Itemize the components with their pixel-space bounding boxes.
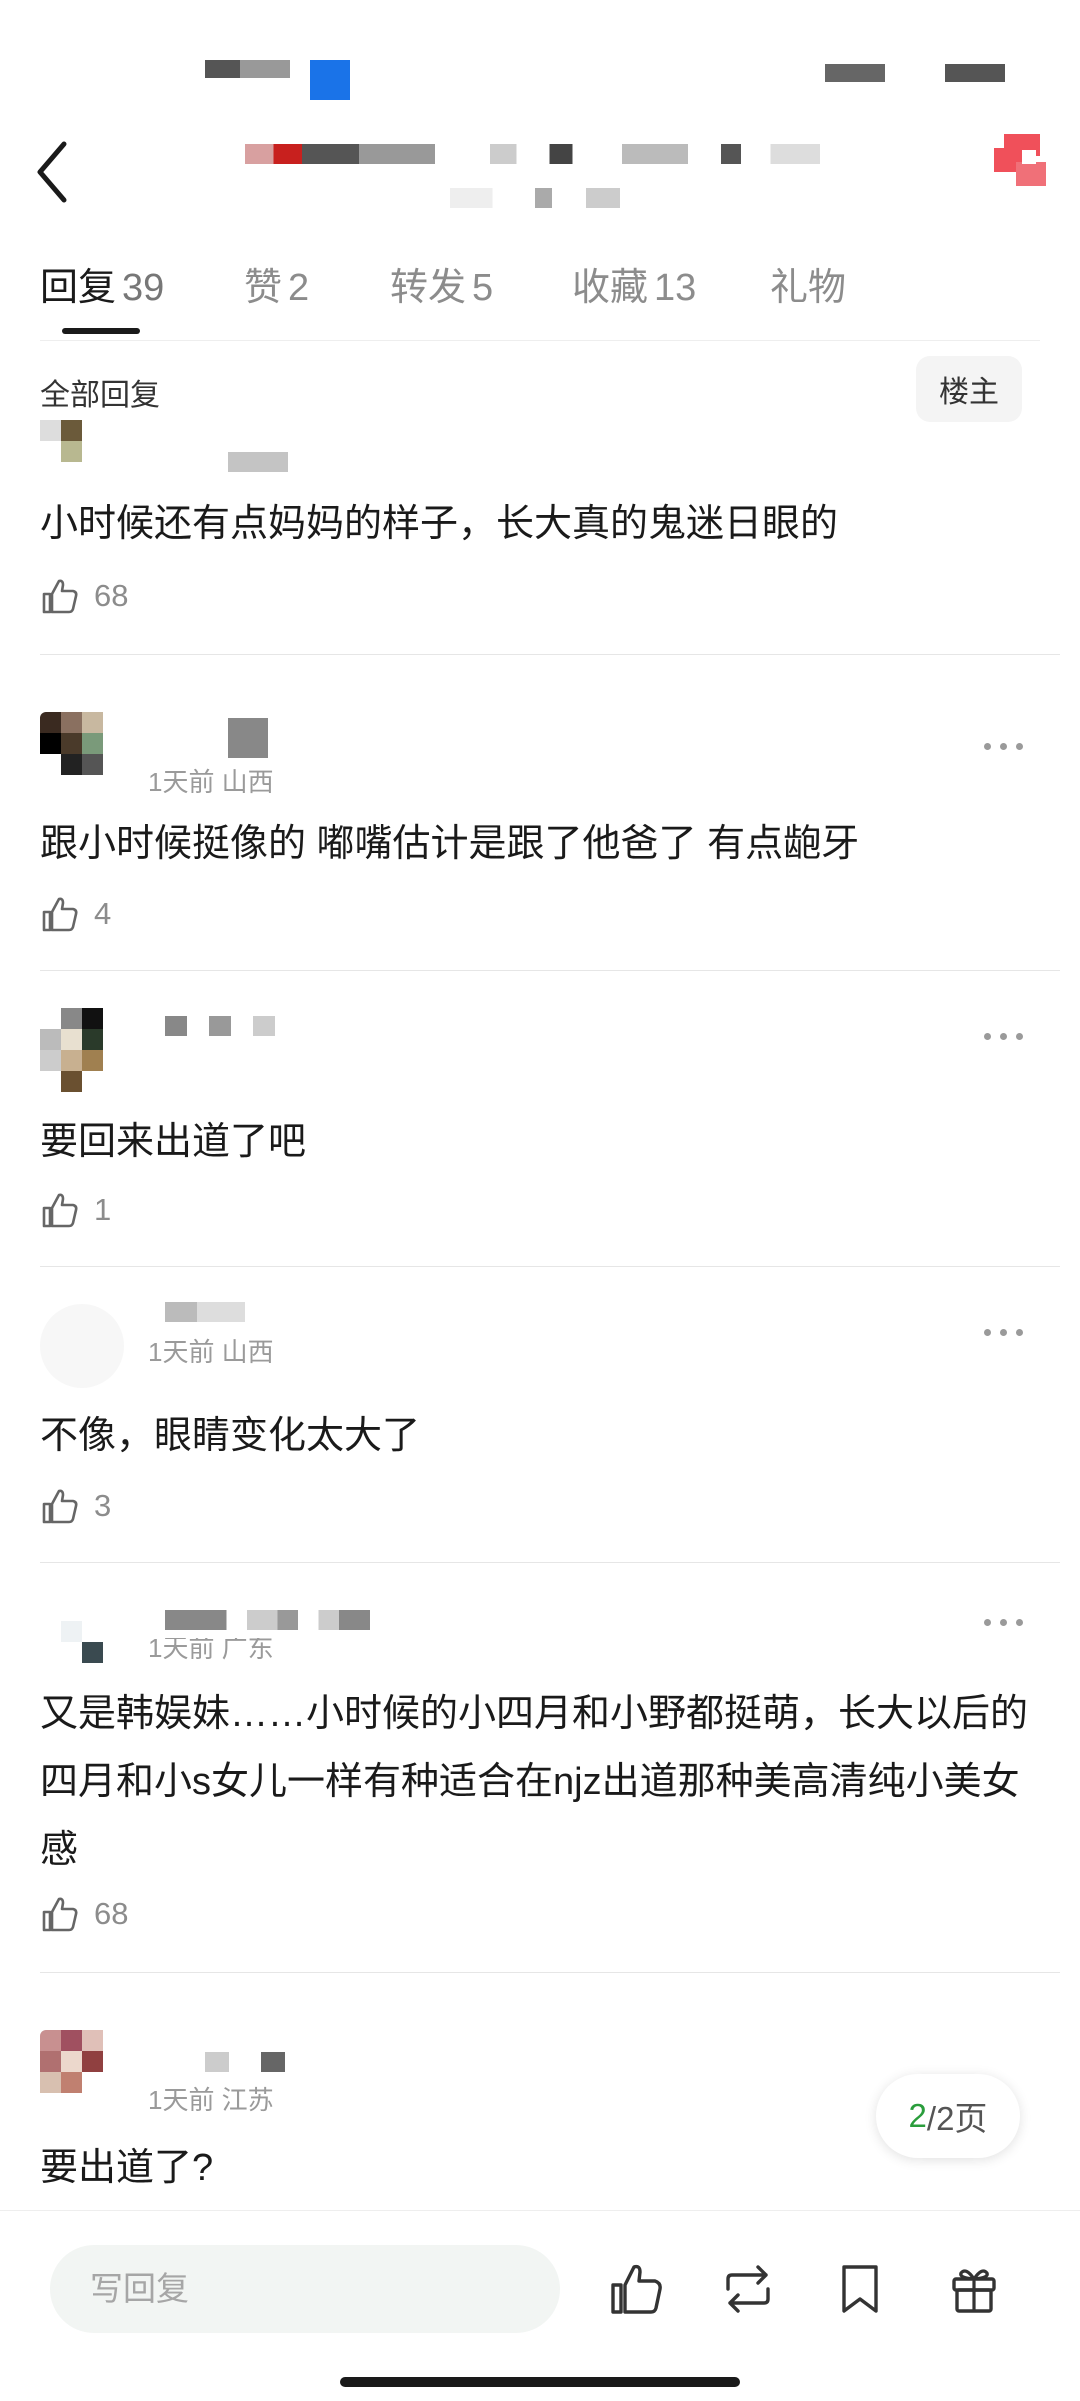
- back-button[interactable]: [30, 132, 80, 212]
- comment-item: 要回来出道了吧 1: [0, 996, 1080, 1276]
- home-indicator: [340, 2377, 740, 2387]
- comment-item: 小时候还有点妈妈的样子，长大真的鬼迷日眼的 68: [0, 420, 1080, 680]
- username-blur[interactable]: [228, 718, 268, 758]
- gift-button[interactable]: [944, 2259, 1004, 2319]
- like-count: 68: [94, 1896, 129, 1931]
- thumbs-up-icon: [611, 2264, 662, 2314]
- more-icon[interactable]: [984, 1322, 1024, 1342]
- like-post-button[interactable]: [606, 2259, 666, 2319]
- bookmark-button[interactable]: [830, 2259, 890, 2319]
- repost-icon: [726, 2265, 770, 2313]
- post-subtitle-blur: [450, 188, 620, 208]
- thumbs-up-icon: [42, 897, 78, 932]
- avatar[interactable]: [40, 712, 124, 796]
- divider: [40, 970, 1060, 971]
- comment-meta: 1天前 山西: [148, 767, 274, 797]
- comment-item: 1天前 广东 又是韩娱妹……小时候的小四月和小野都挺萌，长大以后的四月和小s女儿…: [0, 1588, 1080, 2008]
- bookmark-icon: [842, 2265, 878, 2313]
- repost-button[interactable]: [718, 2259, 778, 2319]
- active-tab-indicator: [62, 328, 140, 334]
- like-button[interactable]: 4: [40, 892, 111, 936]
- share-button[interactable]: [986, 126, 1056, 196]
- comment-text: 小时候还有点妈妈的样子，长大真的鬼迷日眼的: [40, 503, 839, 545]
- tab-count: 39: [122, 267, 165, 309]
- tab-count: 13: [654, 267, 697, 309]
- username-blur[interactable]: [165, 1302, 245, 1322]
- more-icon[interactable]: [984, 736, 1024, 756]
- tab-bar: 回复 39 赞2 转发 5 收藏 13 礼物: [40, 250, 1040, 341]
- gift-icon: [952, 2269, 996, 2313]
- more-icon[interactable]: [984, 1026, 1024, 1046]
- tab-replies[interactable]: 回复 39: [40, 256, 164, 311]
- username-blur[interactable]: [165, 1610, 370, 1630]
- status-blur: [240, 60, 290, 78]
- like-button[interactable]: 68: [40, 574, 128, 618]
- thumbs-up-icon: [42, 579, 78, 614]
- comment-text: 不像，眼睛变化太大了: [40, 1415, 421, 1457]
- divider: [40, 654, 1060, 655]
- thumbs-up-icon: [42, 1193, 78, 1228]
- tab-count: 5: [472, 267, 494, 309]
- divider: [40, 1972, 1060, 1973]
- total-pages: /2页: [926, 2100, 988, 2137]
- status-bar: [0, 0, 1080, 120]
- like-button[interactable]: 3: [40, 1484, 111, 1528]
- username-blur[interactable]: [228, 452, 288, 472]
- tab-reposts[interactable]: 转发 5: [390, 256, 493, 311]
- more-icon[interactable]: [984, 1612, 1024, 1632]
- like-count: 3: [94, 1488, 112, 1523]
- avatar[interactable]: [40, 2030, 124, 2114]
- like-count: 1: [94, 1192, 112, 1227]
- tab-gifts[interactable]: 礼物: [770, 256, 846, 311]
- status-blur: [825, 64, 885, 82]
- tab-label: 礼物: [770, 267, 847, 309]
- pagination-indicator[interactable]: 2/2页: [876, 2074, 1020, 2158]
- tab-count: 2: [288, 267, 310, 309]
- op-filter-button[interactable]: 楼主: [916, 356, 1022, 422]
- comment-item: 1天前 山西 跟小时候挺像的 嘟嘴估计是跟了他爸了 有点龅牙 4: [0, 700, 1080, 980]
- tab-likes[interactable]: 赞2: [244, 256, 309, 311]
- comment-text: 要回来出道了吧: [40, 1121, 307, 1163]
- thumbs-up-icon: [42, 1897, 78, 1932]
- share-icon: [994, 134, 1046, 186]
- tab-label: 收藏: [572, 267, 649, 309]
- avatar[interactable]: [40, 1600, 124, 1684]
- username-blur[interactable]: [205, 2052, 285, 2072]
- status-blur: [310, 60, 350, 100]
- avatar[interactable]: [40, 1304, 124, 1388]
- post-title-blur: [245, 144, 435, 164]
- top-bar: [0, 120, 1080, 230]
- tab-label: 回复: [40, 267, 117, 309]
- post-title-blur: [490, 144, 820, 164]
- like-button[interactable]: 1: [40, 1188, 111, 1232]
- like-button[interactable]: 68: [40, 1892, 128, 1936]
- back-icon: [37, 141, 67, 203]
- tab-favorites[interactable]: 收藏 13: [572, 256, 696, 311]
- comment-text: 跟小时候挺像的 嘟嘴估计是跟了他爸了 有点龅牙: [40, 823, 860, 865]
- like-count: 68: [94, 578, 129, 613]
- tab-label: 转发: [390, 267, 467, 309]
- divider: [40, 1562, 1060, 1563]
- reply-input[interactable]: [50, 2245, 560, 2333]
- bottom-action-bar: [0, 2210, 1080, 2401]
- like-count: 4: [94, 896, 112, 931]
- thumbs-up-icon: [42, 1489, 78, 1524]
- comment-meta: 1天前 广东: [148, 1633, 274, 1663]
- comment-text: 又是韩娱妹……小时候的小四月和小野都挺萌，长大以后的四月和小s女儿一样有种适合在…: [40, 1693, 1029, 1871]
- avatar[interactable]: [40, 1008, 124, 1092]
- comment-meta: 1天前 山西: [148, 1337, 274, 1367]
- avatar[interactable]: [40, 400, 124, 490]
- current-page: 2: [908, 2097, 927, 2134]
- status-blur: [945, 64, 1005, 82]
- divider: [40, 1266, 1060, 1267]
- comment-meta: 1天前 江苏: [148, 2085, 274, 2115]
- username-blur[interactable]: [165, 1016, 275, 1036]
- comment-item: 1天前 山西 不像，眼睛变化太大了 3: [0, 1292, 1080, 1572]
- tab-label: 赞: [244, 267, 283, 309]
